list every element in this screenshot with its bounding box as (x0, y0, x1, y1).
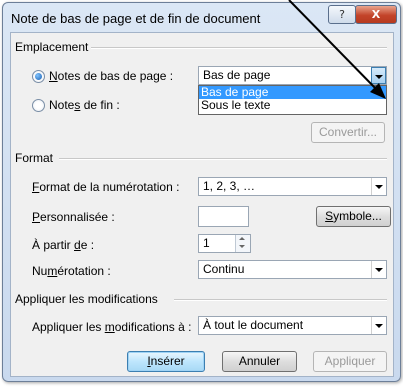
chevron-down-icon[interactable] (371, 261, 386, 278)
position-dropdown[interactable]: Bas de page (198, 66, 387, 85)
notes-bas-label[interactable]: Notes de bas de page : (49, 69, 173, 83)
appliquer-button[interactable]: Appliquer (313, 351, 387, 372)
help-icon: ? (339, 8, 345, 21)
position-value: Bas de page (203, 68, 271, 82)
symbole-button[interactable]: Symbole... (316, 206, 391, 227)
dropdown-option[interactable]: Sous le texte (199, 99, 386, 112)
help-button[interactable]: ? (328, 5, 356, 24)
close-icon: X (371, 8, 381, 21)
appliquer-dropdown[interactable]: À tout le document (198, 316, 387, 335)
appliquer-heading: Appliquer les modifications (15, 292, 158, 306)
dialog-title: Note de bas de page et de fin de documen… (11, 11, 261, 26)
notes-bas-radio[interactable] (32, 70, 45, 83)
convertir-button[interactable]: Convertir... (311, 122, 385, 143)
personnalisee-input[interactable] (198, 206, 249, 227)
numerotation-label: Numérotation : (32, 264, 111, 278)
notes-fin-radio[interactable] (32, 99, 45, 112)
emplacement-divider (91, 47, 387, 49)
format-numerotation-value: 1, 2, 3, … (203, 179, 256, 193)
spinner-icon[interactable] (235, 235, 250, 252)
appliquer-label: Appliquer les modifications à : (32, 320, 192, 334)
a-partir-de-label: À partir de : (32, 238, 95, 252)
close-button[interactable]: X (355, 5, 397, 24)
format-numerotation-label: Format de la numérotation : (32, 180, 180, 194)
a-partir-de-stepper[interactable]: 1 (198, 234, 251, 253)
dialog-window: Note de bas de page et de fin de documen… (2, 2, 401, 382)
inserer-button[interactable]: Insérer (127, 351, 205, 372)
format-divider (59, 158, 387, 160)
annuler-button[interactable]: Annuler (222, 351, 297, 372)
chevron-down-icon[interactable] (371, 178, 386, 195)
numerotation-value: Continu (203, 262, 245, 276)
chevron-down-icon[interactable] (371, 317, 386, 334)
chevron-down-icon[interactable] (371, 67, 386, 84)
numerotation-dropdown[interactable]: Continu (198, 260, 387, 279)
format-heading: Format (15, 151, 54, 165)
personnalisee-label: Personnalisée : (32, 210, 115, 224)
notes-fin-label[interactable]: Notes de fin : (49, 98, 120, 112)
position-dropdown-list: Bas de page Sous le texte (198, 85, 387, 115)
emplacement-heading: Emplacement (15, 40, 89, 54)
a-partir-de-value: 1 (203, 236, 210, 250)
appliquer-divider (174, 299, 387, 301)
dialog-body: Emplacement Notes de bas de page : Bas d… (10, 32, 394, 377)
appliquer-value: À tout le document (203, 318, 304, 332)
format-numerotation-dropdown[interactable]: 1, 2, 3, … (198, 177, 387, 196)
